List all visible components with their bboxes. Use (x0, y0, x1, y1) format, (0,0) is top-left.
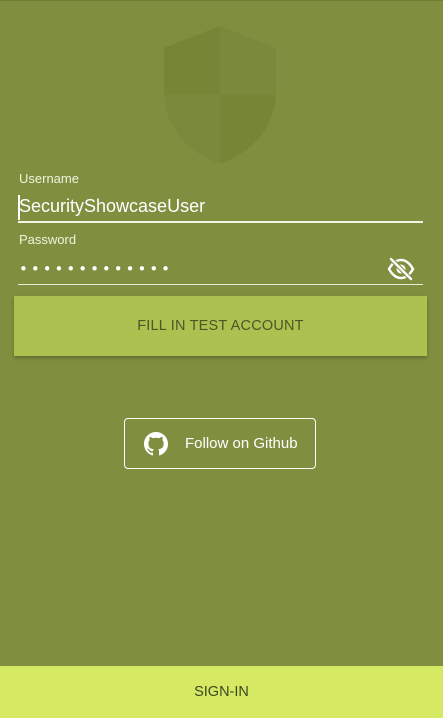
text-cursor (18, 195, 20, 220)
fill-test-account-button[interactable]: FILL IN TEST ACCOUNT (14, 296, 427, 356)
sign-in-button[interactable]: SIGN-IN (0, 666, 443, 718)
top-divider (0, 0, 443, 1)
eye-off-icon[interactable] (386, 256, 416, 282)
password-input[interactable] (19, 256, 379, 282)
shield-icon (164, 26, 276, 164)
github-icon (144, 432, 168, 456)
follow-github-button[interactable]: Follow on Github (124, 418, 316, 469)
username-label: Username (19, 171, 79, 186)
github-button-label: Follow on Github (185, 435, 298, 452)
password-underline (18, 284, 423, 285)
username-input[interactable] (19, 192, 422, 220)
username-underline (18, 221, 423, 223)
password-label: Password (19, 232, 77, 247)
